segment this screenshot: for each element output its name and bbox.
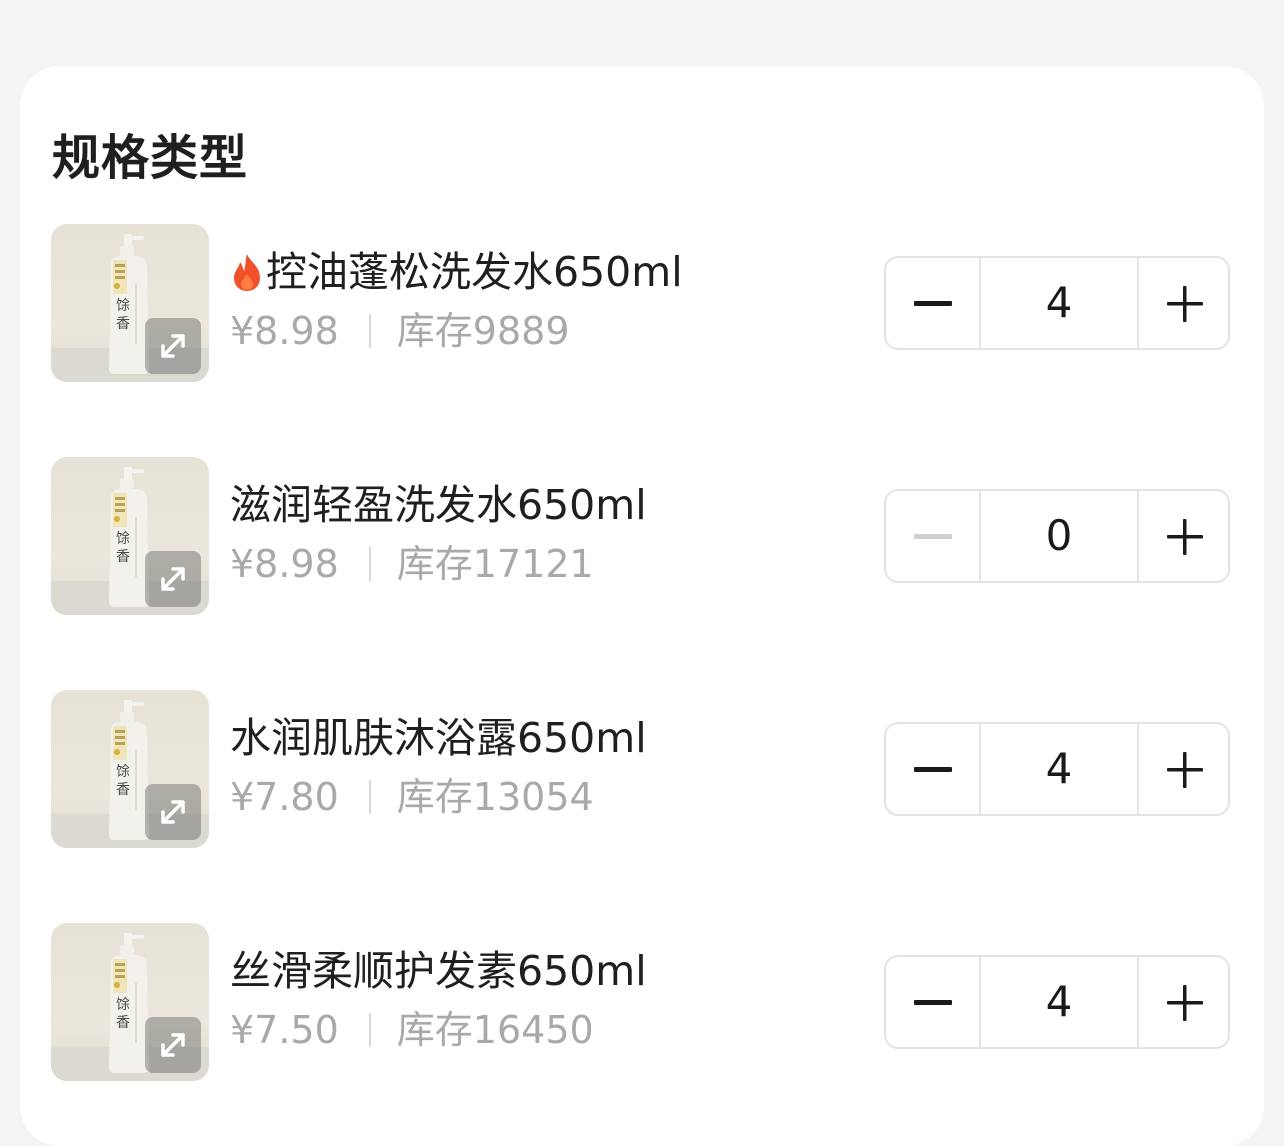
product-stock: 库存16450 [396,1008,594,1052]
expand-icon [161,567,185,591]
expand-icon [161,334,185,358]
decrease-button[interactable] [886,957,981,1047]
product-name-text: 丝滑柔顺护发素650ml [230,947,647,995]
divider [368,1013,371,1047]
decrease-button[interactable] [886,491,981,581]
increase-button[interactable] [1139,724,1228,814]
plus-icon [1167,985,1203,1021]
product-name-text: 控油蓬松洗发水650ml [266,248,683,296]
product-price: ¥7.80 [230,775,339,819]
spec-row: 馀 香 滋润轻盈洗发水650ml ¥8.98 库存17121 0 [20,457,1264,617]
product-thumbnail[interactable]: 馀 香 [51,457,209,615]
quantity-value[interactable]: 4 [981,258,1139,348]
svg-text:馀: 馀 [116,297,130,314]
fire-icon [234,254,260,291]
product-meta: ¥7.50 库存16450 [230,1007,594,1053]
quantity-value[interactable]: 4 [981,724,1139,814]
product-price: ¥8.98 [230,309,339,353]
product-thumbnail[interactable]: 馀 香 [51,923,209,1081]
product-meta: ¥8.98 库存17121 [230,541,594,587]
divider [368,547,371,581]
svg-text:香: 香 [116,782,130,798]
expand-image-button[interactable] [145,784,201,840]
svg-text:馀: 馀 [116,530,130,547]
increase-button[interactable] [1139,258,1228,348]
plus-icon [1167,519,1203,555]
section-title: 规格类型 [52,130,249,186]
product-name: 控油蓬松洗发水650ml [230,246,683,298]
product-thumbnail[interactable]: 馀 香 [51,224,209,382]
minus-icon [914,767,952,772]
expand-image-button[interactable] [145,318,201,374]
svg-text:馀: 馀 [116,996,130,1013]
product-name: 丝滑柔顺护发素650ml [230,945,647,997]
svg-text:香: 香 [116,1015,130,1031]
product-stock: 库存13054 [396,775,594,819]
quantity-stepper: 0 [884,489,1230,583]
plus-icon [1167,286,1203,322]
spec-card: 规格类型 馀 香 控油蓬松洗发水650ml ¥8.98 库存9889 4 馀 香… [20,66,1264,1146]
expand-image-button[interactable] [145,1017,201,1073]
quantity-stepper: 4 [884,722,1230,816]
product-meta: ¥7.80 库存13054 [230,774,594,820]
product-thumbnail[interactable]: 馀 香 [51,690,209,848]
svg-text:香: 香 [116,316,130,332]
minus-icon [914,301,952,306]
product-name: 水润肌肤沐浴露650ml [230,712,647,764]
quantity-stepper: 4 [884,256,1230,350]
plus-icon [1167,752,1203,788]
divider [368,780,371,814]
product-price: ¥8.98 [230,542,339,586]
decrease-button[interactable] [886,258,981,348]
product-meta: ¥8.98 库存9889 [230,308,570,354]
svg-text:馀: 馀 [116,763,130,780]
svg-text:香: 香 [116,549,130,565]
increase-button[interactable] [1139,491,1228,581]
product-name: 滋润轻盈洗发水650ml [230,479,647,531]
expand-icon [161,800,185,824]
increase-button[interactable] [1139,957,1228,1047]
spec-row: 馀 香 丝滑柔顺护发素650ml ¥7.50 库存16450 4 [20,923,1264,1083]
minus-icon [914,1000,952,1005]
quantity-value[interactable]: 4 [981,957,1139,1047]
quantity-stepper: 4 [884,955,1230,1049]
product-stock: 库存17121 [396,542,594,586]
divider [368,314,371,348]
spec-row: 馀 香 控油蓬松洗发水650ml ¥8.98 库存9889 4 [20,224,1264,384]
product-name-text: 水润肌肤沐浴露650ml [230,714,647,762]
product-stock: 库存9889 [396,309,570,353]
product-price: ¥7.50 [230,1008,339,1052]
quantity-value[interactable]: 0 [981,491,1139,581]
decrease-button[interactable] [886,724,981,814]
spec-row: 馀 香 水润肌肤沐浴露650ml ¥7.80 库存13054 4 [20,690,1264,850]
expand-image-button[interactable] [145,551,201,607]
product-name-text: 滋润轻盈洗发水650ml [230,481,647,529]
expand-icon [161,1033,185,1057]
minus-icon [914,534,952,539]
